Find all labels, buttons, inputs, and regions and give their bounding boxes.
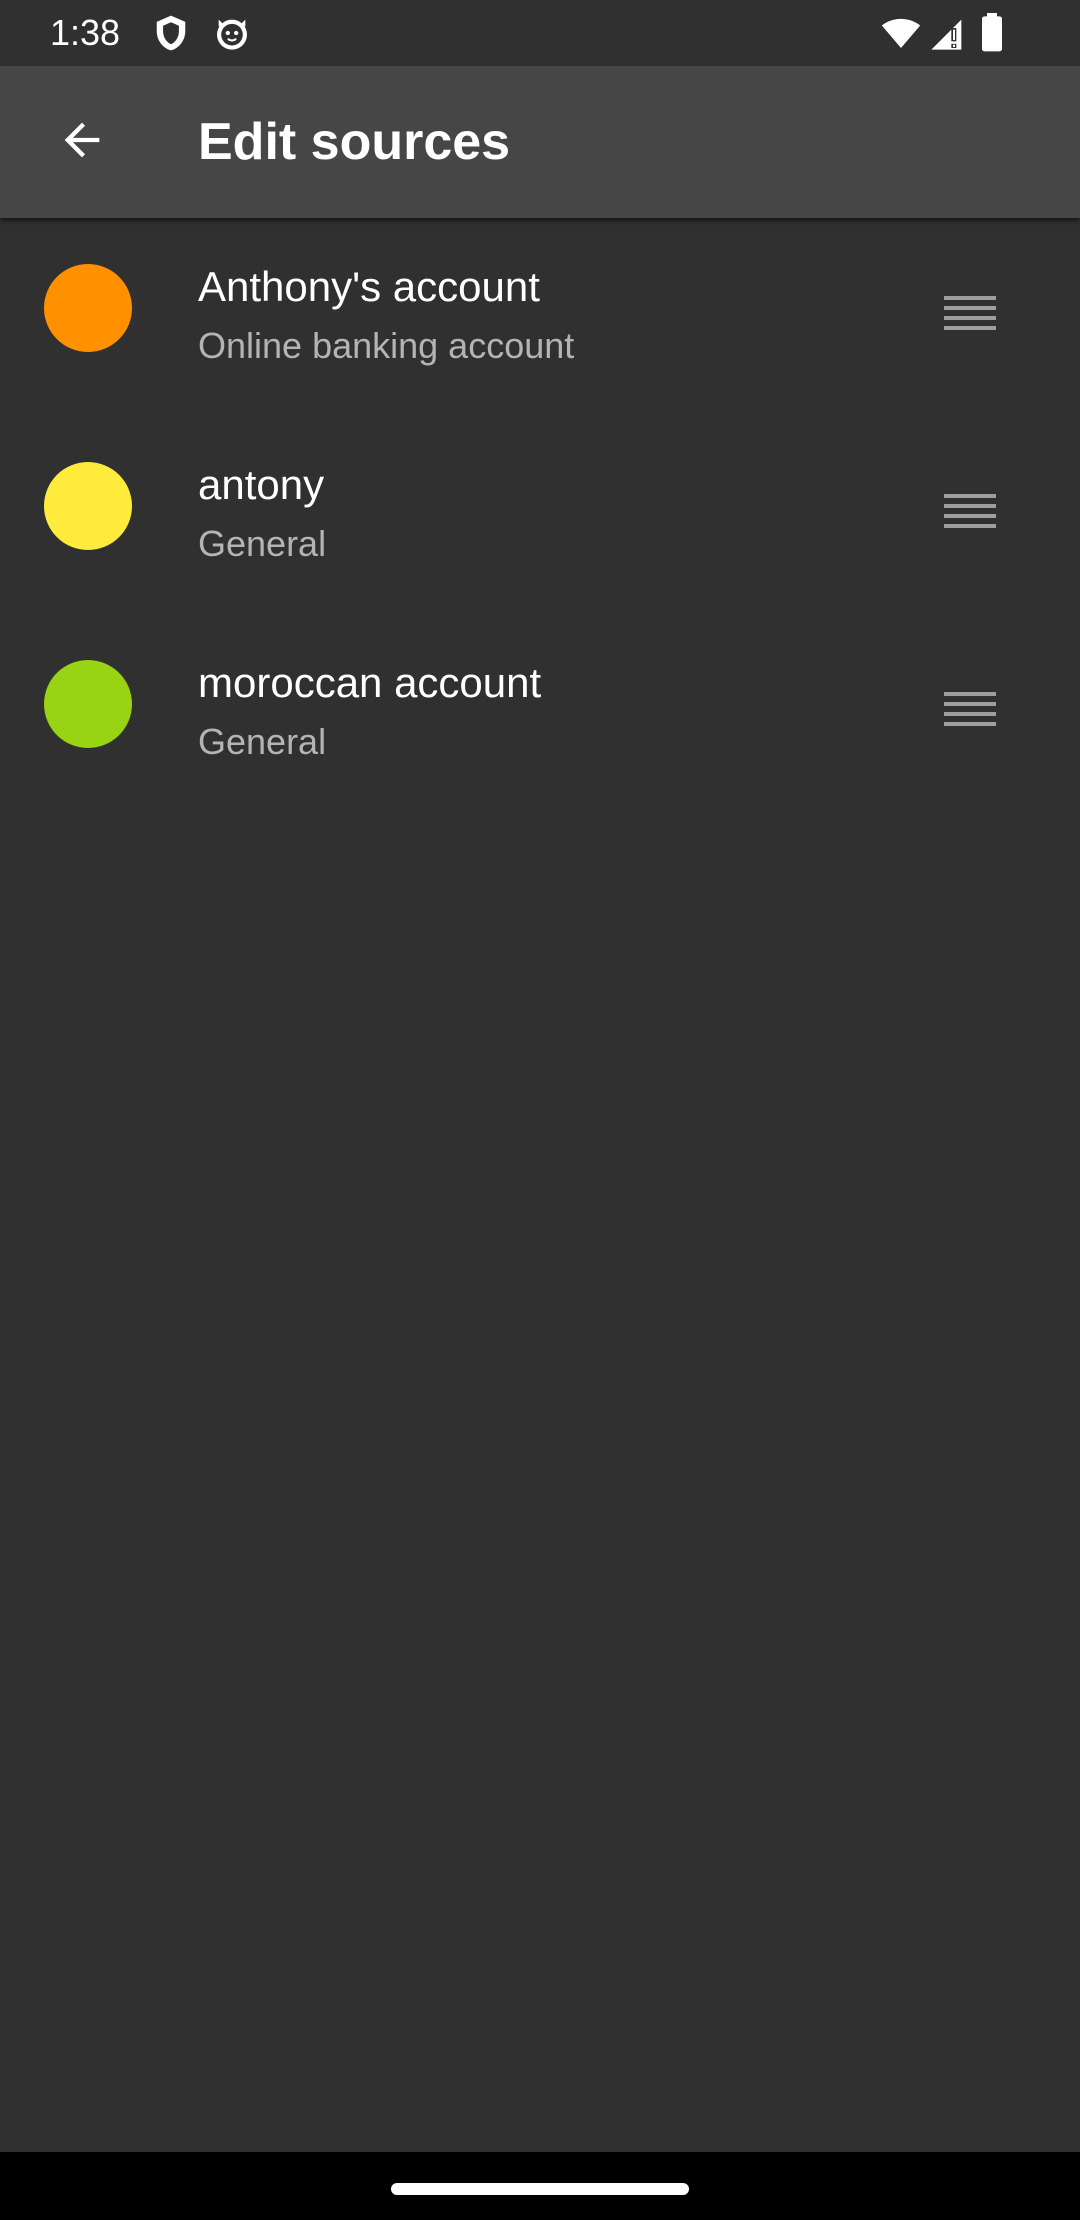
source-list-item[interactable]: Anthony's account Online banking account bbox=[0, 220, 1080, 418]
arrow-back-icon bbox=[56, 114, 108, 171]
back-button[interactable] bbox=[34, 94, 130, 190]
source-color-swatch bbox=[44, 462, 132, 550]
drag-handle-icon[interactable] bbox=[930, 272, 1010, 352]
drag-handle-icon[interactable] bbox=[930, 470, 1010, 550]
status-bar: 1:38 bbox=[0, 0, 1080, 66]
home-indicator[interactable] bbox=[391, 2183, 689, 2195]
source-name: Anthony's account bbox=[198, 263, 540, 310]
drag-handle-icon[interactable] bbox=[930, 668, 1010, 748]
source-list-item[interactable]: moroccan account General bbox=[0, 616, 1080, 814]
wifi-icon bbox=[880, 13, 922, 58]
source-type: General bbox=[198, 721, 327, 762]
source-name: moroccan account bbox=[198, 659, 542, 706]
status-time: 1:38 bbox=[50, 12, 121, 53]
app-bar: Edit sources bbox=[0, 66, 1080, 218]
battery-icon bbox=[978, 13, 1006, 58]
shield-icon bbox=[152, 13, 190, 58]
source-color-swatch bbox=[44, 264, 132, 352]
source-type: Online banking account bbox=[198, 325, 575, 366]
signal-icon bbox=[928, 13, 968, 58]
page-title: Edit sources bbox=[198, 113, 511, 171]
navigation-bar bbox=[0, 2152, 1080, 2220]
source-list-item[interactable]: antony General bbox=[0, 418, 1080, 616]
source-type: General bbox=[198, 523, 327, 564]
source-color-swatch bbox=[44, 660, 132, 748]
sources-list: Anthony's account Online banking account… bbox=[0, 220, 1080, 814]
source-name: antony bbox=[198, 461, 325, 508]
cat-icon bbox=[212, 13, 252, 58]
